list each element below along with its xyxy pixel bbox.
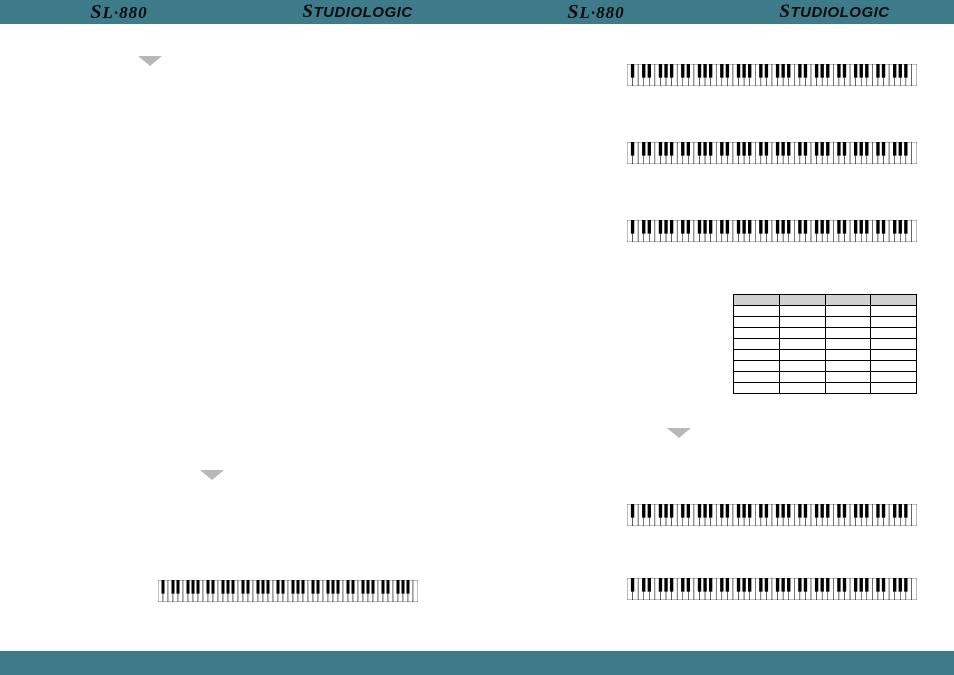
keyboard-diagram (158, 580, 418, 602)
header-bar: SL·880 STUDIOLOGIC SL·880 STUDIOLOGIC (0, 0, 954, 24)
keyboard-diagram (627, 64, 917, 86)
keyboard-diagram (627, 504, 917, 526)
arrow-down-icon (138, 56, 162, 66)
arrow-down-icon (200, 470, 224, 480)
header-brand-left: STUDIOLOGIC (238, 0, 477, 24)
parameter-table (733, 294, 917, 394)
header-model-right: SL·880 (477, 0, 715, 24)
header-model-left: SL·880 (0, 0, 238, 24)
keyboard-diagram (627, 220, 917, 242)
page-right (477, 24, 954, 651)
footer-bar (0, 651, 954, 675)
keyboard-diagram (627, 578, 917, 600)
keyboard-diagram (627, 142, 917, 164)
header-brand-right: STUDIOLOGIC (715, 0, 954, 24)
page-left (0, 24, 477, 651)
arrow-down-icon (667, 428, 691, 438)
